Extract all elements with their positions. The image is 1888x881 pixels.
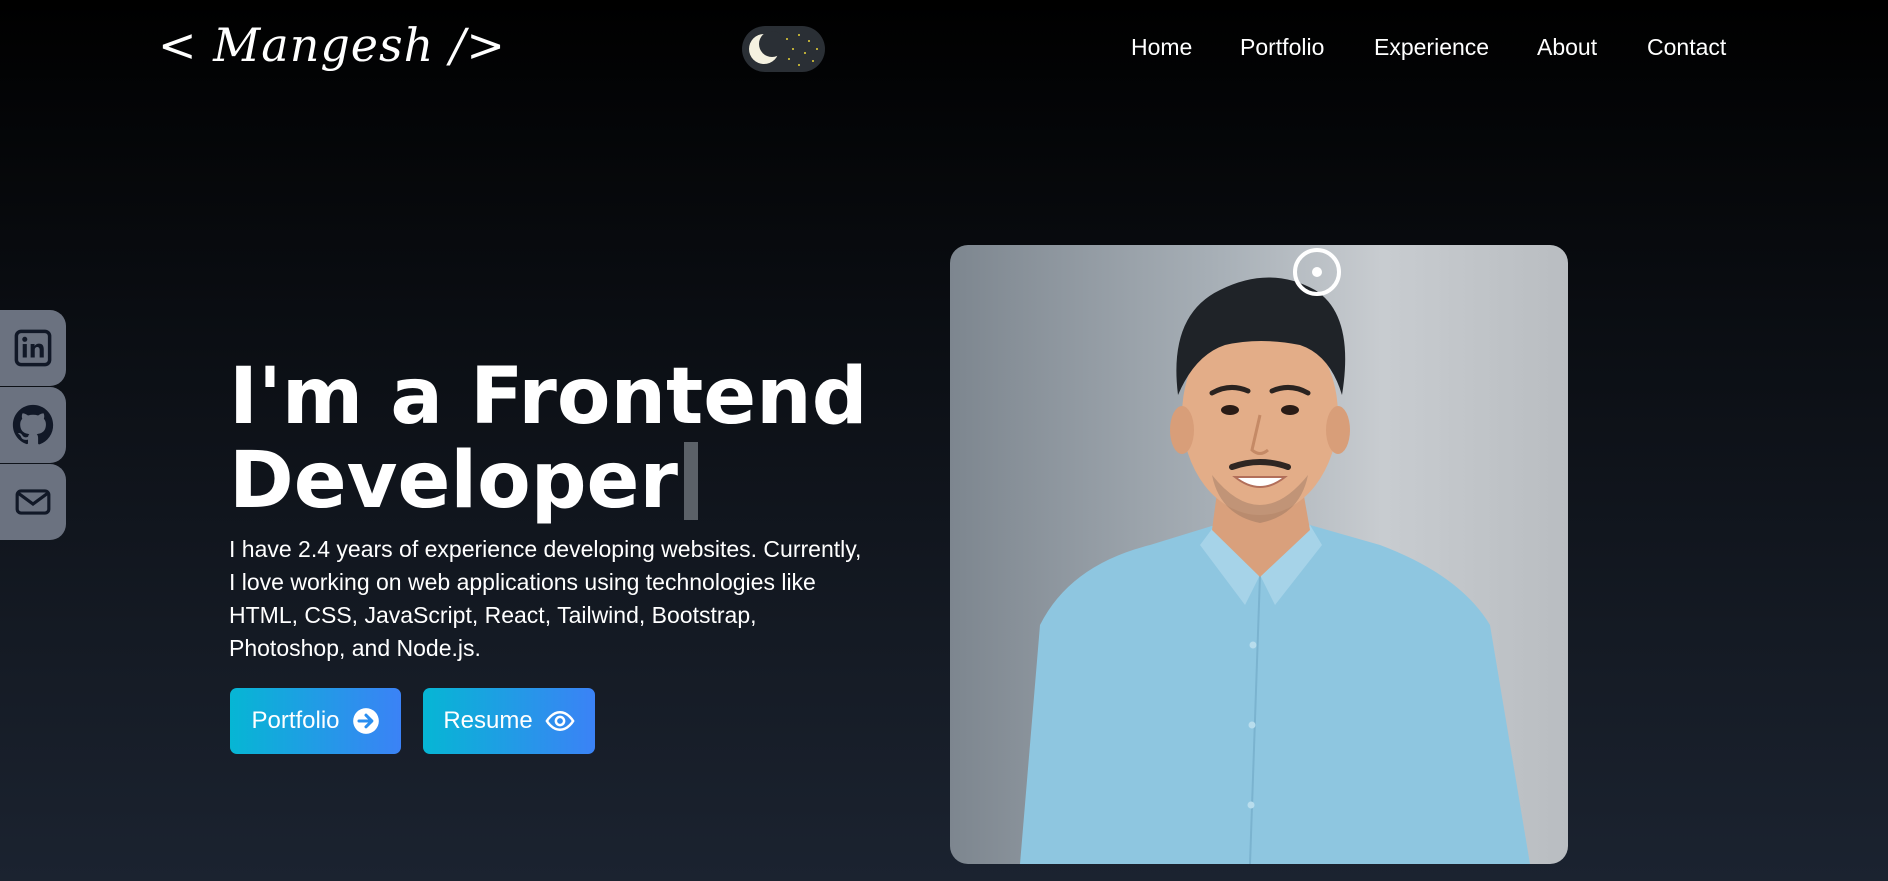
arrow-right-circle-icon — [352, 708, 379, 734]
portfolio-button[interactable]: Portfolio — [230, 688, 401, 754]
nav-link-contact[interactable]: Contact — [1647, 34, 1726, 61]
hero-title: I'm a Frontend Developer — [229, 355, 868, 523]
eye-icon — [545, 710, 575, 732]
resume-button-label: Resume — [443, 707, 533, 734]
github-icon — [12, 404, 54, 445]
nav-link-home[interactable]: Home — [1131, 34, 1192, 61]
hero-title-line1: I'm a Frontend — [229, 352, 868, 442]
typing-cursor — [683, 442, 698, 520]
star-icon — [798, 64, 800, 66]
scroll-indicator-dot — [1312, 267, 1322, 277]
resume-button[interactable]: Resume — [423, 688, 595, 754]
linkedin-icon — [14, 329, 52, 367]
mail-link[interactable] — [0, 464, 66, 540]
person-illustration — [1020, 277, 1530, 864]
nav-link-portfolio[interactable]: Portfolio — [1240, 34, 1324, 61]
main-nav: Home Portfolio Experience About Contact — [0, 34, 1888, 64]
profile-photo — [950, 245, 1568, 864]
hero-title-line2: Developer — [229, 436, 678, 526]
github-link[interactable] — [0, 387, 66, 463]
scroll-indicator[interactable] — [1293, 248, 1341, 296]
linkedin-link[interactable] — [0, 310, 66, 386]
nav-link-experience[interactable]: Experience — [1374, 34, 1489, 61]
mail-icon — [15, 489, 51, 515]
nav-link-about[interactable]: About — [1537, 34, 1597, 61]
portfolio-button-label: Portfolio — [251, 707, 340, 734]
hero-description: I have 2.4 years of experience developin… — [229, 536, 862, 661]
